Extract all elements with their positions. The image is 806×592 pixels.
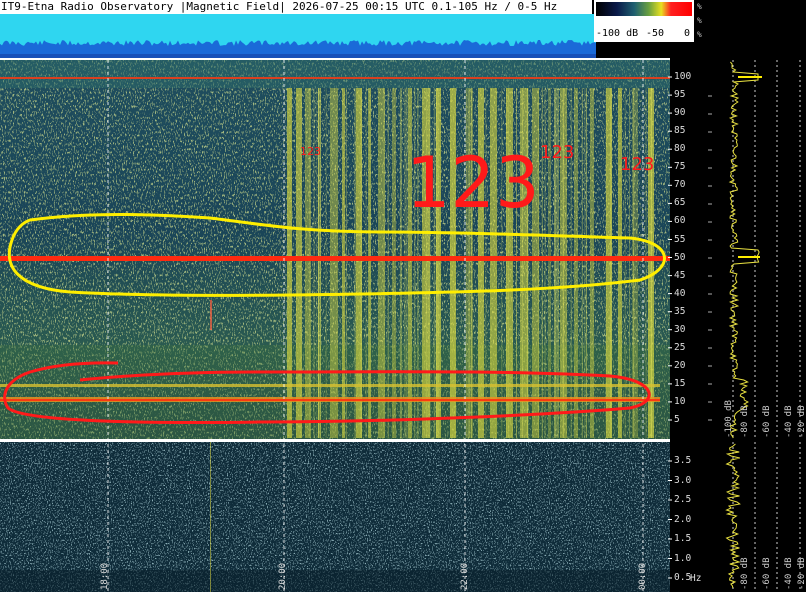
y-tick-label: 1.5 [674,533,692,544]
y-tick-label: 20 [674,359,686,371]
right-db-label: -80 dB [740,557,750,590]
right-db-label: -40 dB [784,405,794,438]
y-tick-label: 0.5 [674,572,692,583]
y-tick-label: 85 [674,125,686,137]
annotation-text: 123 [540,142,575,163]
right-db-label: -60 dB [762,405,772,438]
y-tick-label: 95 [674,89,686,101]
transient-spike [210,300,212,330]
y-tick-label: 100 [674,71,692,82]
y-tick-label: 45 [674,269,686,281]
upper-band [0,60,670,88]
y-tick-label: 15 [674,377,686,389]
panel-divider-top [0,58,670,60]
y-tick-label: 10 [674,395,686,407]
hum-line-100hz [0,77,670,79]
right-db-label: -60 dB [762,557,772,590]
line-10hz-core [0,399,660,401]
y-tick-label: 50 [674,251,686,263]
y-tick-label: 75 [674,161,686,173]
right-db-label: -20 dB [797,405,806,438]
main-spectrogram [0,60,670,440]
line-15hz [0,384,660,387]
right-db-label: -100 dB [724,400,734,438]
annotation-text: 123 [620,154,655,175]
time-axis-label: 00:00 [638,562,648,590]
y-tick-label: 3.5 [674,455,692,466]
lower-spike [210,442,211,592]
y-tick-label: 1.0 [674,552,692,564]
time-axis-label: 22:00 [460,562,470,590]
y-tick-label: 25 [674,341,686,353]
y-tick-label: 90 [674,107,686,119]
y-tick-label: 5 [674,414,680,425]
y-tick-label: 2.0 [674,513,692,525]
y-tick-label: 55 [674,233,686,245]
right-db-label: -80 dB [740,405,750,438]
time-axis-label: 18:00 [100,562,110,590]
annotation-text: 123 [406,142,540,224]
y-tick-label: 80 [674,143,686,155]
time-axis-label: 20:00 [278,562,288,590]
panel-divider [0,439,670,442]
trace-peak-50hz [738,256,760,258]
lower-y-unit: Hz [690,573,702,584]
annotation-text: 123 [300,145,321,158]
y-tick-label: 3.0 [674,474,692,486]
hum-line-50hz [0,256,670,261]
right-db-label: -40 dB [784,557,794,590]
y-tick-label: 30 [674,323,686,335]
y-tick-label: 2.5 [674,494,692,505]
y-tick-label: 65 [674,197,686,209]
y-tick-label: 40 [674,287,686,299]
y-tick-label: 60 [674,215,686,227]
right-db-label: -20 dB [797,557,806,590]
trace-peak-100hz [738,76,762,78]
y-tick-label: 35 [674,305,686,317]
y-tick-label: 70 [674,179,686,191]
